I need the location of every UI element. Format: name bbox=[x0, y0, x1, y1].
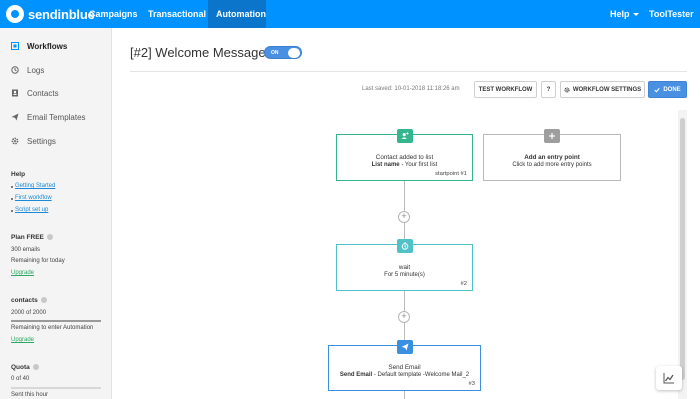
account-menu-label: ToolTester bbox=[649, 9, 694, 19]
add-step-button[interactable]: + bbox=[398, 311, 410, 323]
contacts-upgrade-link[interactable]: Upgrade bbox=[11, 337, 34, 343]
toggle-knob bbox=[288, 48, 300, 58]
gear-icon bbox=[11, 137, 19, 145]
contacts-note: Remaining to enter Automation bbox=[11, 325, 94, 331]
divider bbox=[130, 71, 687, 72]
quota-progress bbox=[11, 387, 101, 389]
email-title: Send Email bbox=[388, 364, 421, 371]
done-label: DONE bbox=[663, 86, 681, 93]
sidebar-item-email-templates[interactable]: Email Templates bbox=[11, 110, 86, 124]
entry-trigger-text: Contact added to list bbox=[375, 154, 434, 161]
bullet bbox=[11, 198, 13, 200]
history-icon bbox=[11, 66, 19, 74]
info-icon[interactable] bbox=[46, 234, 53, 240]
workflow-active-toggle[interactable]: ON bbox=[264, 46, 302, 59]
test-workflow-button[interactable]: TEST WORKFLOW bbox=[474, 81, 537, 98]
email-action-label: Send Email bbox=[339, 372, 373, 378]
connector-line bbox=[404, 391, 405, 399]
help-link-script-set-up[interactable]: Script set up bbox=[15, 207, 48, 213]
sidebar-item-label: Contacts bbox=[27, 88, 59, 98]
wait-duration: For 5 minute(s) bbox=[384, 272, 425, 278]
statistics-button[interactable] bbox=[656, 366, 682, 390]
add-step-button[interactable]: + bbox=[398, 211, 410, 223]
plan-remaining-label: Remaining for today bbox=[11, 258, 65, 264]
contact-add-icon bbox=[396, 129, 413, 143]
sidebar-item-logs[interactable]: Logs bbox=[11, 63, 44, 77]
email-template-text: Send Email - Default template -Welcome M… bbox=[329, 372, 480, 378]
help-menu[interactable]: Help bbox=[602, 0, 647, 28]
nav-transactional[interactable]: Transactional bbox=[140, 0, 214, 28]
gear-icon bbox=[564, 86, 570, 93]
contacts-section: contacts bbox=[11, 297, 47, 304]
help-link-first-workflow[interactable]: First workflow bbox=[15, 195, 52, 201]
plan-section: Plan FREE bbox=[11, 234, 53, 241]
contacts-progress-fill bbox=[11, 320, 101, 322]
plan-upgrade-link[interactable]: Upgrade bbox=[11, 270, 34, 276]
sidebar-item-workflows[interactable]: Workflows bbox=[11, 39, 67, 53]
send-email-node[interactable]: Send Email Send Email - Default template… bbox=[328, 340, 481, 391]
add-entry-subtitle: Click to add more entry points bbox=[512, 162, 592, 168]
wait-node[interactable]: wait For 5 minute(s) #2 bbox=[336, 239, 473, 291]
info-icon[interactable] bbox=[40, 297, 47, 303]
clock-icon bbox=[396, 239, 413, 253]
quota-count: 0 of 40 bbox=[11, 376, 30, 382]
toggle-label: ON bbox=[271, 50, 279, 56]
top-nav: sendinblue Campaigns Transactional Autom… bbox=[0, 0, 700, 45]
contacts-book-icon bbox=[11, 89, 19, 97]
entry-list-label: List name bbox=[371, 162, 400, 168]
page-title: [#2] Welcome Message bbox=[130, 45, 266, 60]
plan-emails: 300 emails bbox=[11, 247, 41, 253]
bullet bbox=[11, 210, 13, 212]
contacts-count: 2000 of 2000 bbox=[11, 310, 47, 316]
sidebar-item-label: Logs bbox=[27, 65, 45, 75]
help-button[interactable]: ? bbox=[541, 81, 556, 98]
wait-ref: #2 bbox=[460, 281, 467, 287]
paper-plane-icon bbox=[11, 113, 19, 121]
contacts-progress bbox=[11, 320, 101, 322]
quota-title: Quota bbox=[11, 364, 30, 371]
help-link-getting-started[interactable]: Getting Started bbox=[15, 183, 55, 189]
sidebar-item-label: Email Templates bbox=[27, 112, 86, 122]
nav-automation[interactable]: Automation bbox=[208, 0, 266, 28]
entry-ref: startpoint #1 bbox=[435, 171, 467, 177]
plus-icon bbox=[544, 129, 560, 143]
done-button[interactable]: DONE bbox=[648, 81, 687, 98]
help-menu-label: Help bbox=[610, 9, 630, 19]
add-entry-title: Add an entry point bbox=[524, 154, 580, 161]
workflow-settings-label: WORKFLOW SETTINGS bbox=[572, 86, 642, 93]
bullet bbox=[11, 186, 13, 188]
entry-list-text: List name - Your first list bbox=[337, 162, 472, 168]
info-icon[interactable] bbox=[32, 364, 39, 370]
entry-list-value: - Your first list bbox=[399, 162, 438, 168]
sidebar: Workflows Logs Contacts Email Templates … bbox=[0, 28, 112, 399]
chevron-down-icon bbox=[632, 13, 639, 17]
email-template-value: - Default template -Welcome Mail_2 bbox=[372, 372, 470, 378]
sidebar-item-label: Workflows bbox=[27, 41, 68, 51]
plan-title: Plan FREE bbox=[11, 234, 44, 241]
help-section-title: Help bbox=[11, 171, 26, 178]
last-saved-text: Last saved: 10-01-2018 11:18:26 am bbox=[362, 86, 460, 92]
send-icon bbox=[396, 340, 413, 354]
workflow-settings-button[interactable]: WORKFLOW SETTINGS bbox=[560, 81, 645, 98]
chart-icon bbox=[663, 373, 674, 384]
sidebar-item-contacts[interactable]: Contacts bbox=[11, 86, 59, 100]
quota-section: Quota bbox=[11, 364, 39, 371]
wait-title: wait bbox=[398, 264, 411, 271]
sidebar-item-label: Settings bbox=[27, 136, 56, 146]
entry-point-node[interactable]: Contact added to list List name - Your f… bbox=[336, 129, 473, 181]
contacts-title: contacts bbox=[11, 297, 38, 304]
checkmark-icon bbox=[654, 87, 660, 92]
workflow-icon bbox=[11, 42, 19, 50]
email-ref: #3 bbox=[468, 381, 475, 387]
add-entry-point-node[interactable]: Add an entry point Click to add more ent… bbox=[483, 129, 621, 181]
logo-mark-icon bbox=[6, 5, 24, 23]
sidebar-item-settings[interactable]: Settings bbox=[11, 134, 56, 148]
chevron-down-icon bbox=[652, 41, 658, 45]
account-menu[interactable]: ToolTester bbox=[641, 0, 700, 45]
nav-campaigns[interactable]: Campaigns bbox=[81, 0, 146, 28]
canvas-scrollbar-thumb[interactable] bbox=[680, 118, 685, 380]
quota-note: Sent this hour bbox=[11, 392, 49, 398]
